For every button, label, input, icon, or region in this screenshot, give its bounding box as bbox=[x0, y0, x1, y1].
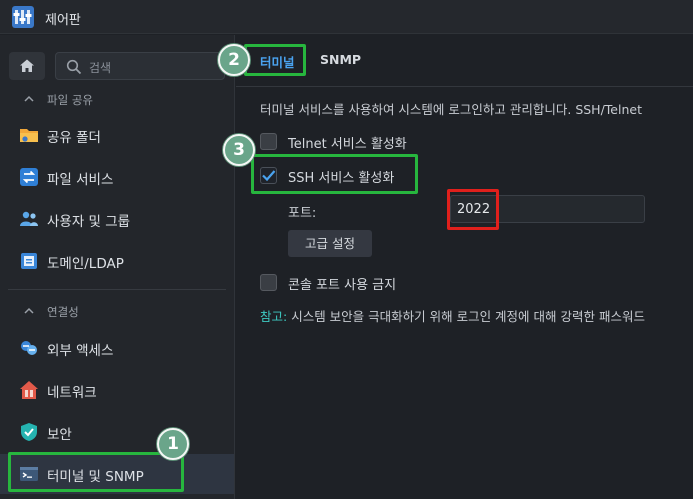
highlight-terminal-snmp-item bbox=[8, 452, 184, 492]
search-icon bbox=[66, 59, 82, 75]
sidebar-item-label: 사용자 및 그룹 bbox=[47, 214, 131, 230]
telnet-label: Telnet 서비스 활성화 bbox=[288, 137, 407, 152]
console-port-label: 콘솔 포트 사용 금지 bbox=[288, 278, 397, 293]
section-connectivity[interactable]: 연결성 bbox=[0, 298, 234, 326]
highlight-terminal-tab bbox=[244, 44, 306, 76]
control-panel-icon bbox=[12, 6, 34, 28]
section-label: 연결성 bbox=[47, 305, 79, 319]
step-badge-2: 2 bbox=[218, 44, 250, 76]
sidebar-item-network[interactable]: 네트워크 bbox=[0, 370, 234, 410]
sidebar-item-shared-folder[interactable]: 공유 폴더 bbox=[0, 115, 234, 155]
search-placeholder: 검색 bbox=[89, 61, 112, 75]
file-services-icon bbox=[20, 168, 38, 186]
port-label: 포트: bbox=[288, 206, 317, 221]
tab-snmp[interactable]: SNMP bbox=[320, 52, 361, 67]
sidebar-item-label: 네트워크 bbox=[47, 385, 97, 401]
chevron-up-icon bbox=[24, 95, 34, 102]
main-content: 터미널 SNMP 터미널 서비스를 사용하여 시스템에 로그인하고 관리합니다.… bbox=[236, 35, 693, 499]
domain-ldap-icon bbox=[21, 253, 37, 269]
sidebar: 검색 파일 공유 공유 폴더 파일 서비스 사용자 및 그룹 도메인/LDAP … bbox=[0, 35, 235, 499]
sidebar-item-external-access[interactable]: 외부 액세스 bbox=[0, 328, 234, 368]
sidebar-divider bbox=[8, 289, 226, 290]
home-icon bbox=[20, 59, 34, 72]
sidebar-item-label: 보안 bbox=[47, 427, 72, 443]
telnet-checkbox[interactable] bbox=[260, 133, 277, 150]
security-shield-icon bbox=[21, 423, 37, 441]
home-button[interactable] bbox=[9, 52, 45, 80]
section-file-sharing[interactable]: 파일 공유 bbox=[0, 86, 234, 114]
advanced-settings-button[interactable]: 고급 설정 bbox=[288, 230, 372, 257]
step-badge-1: 1 bbox=[157, 428, 189, 460]
users-groups-icon bbox=[20, 211, 38, 226]
sidebar-item-users-groups[interactable]: 사용자 및 그룹 bbox=[0, 199, 234, 239]
description-text: 터미널 서비스를 사용하여 시스템에 로그인하고 관리합니다. SSH/Teln… bbox=[260, 102, 642, 117]
note-body: 시스템 보안을 극대화하기 위해 로그인 계정에 대해 강력한 패스워드 bbox=[287, 309, 645, 324]
sidebar-item-label: 외부 액세스 bbox=[47, 343, 114, 359]
section-label: 파일 공유 bbox=[47, 93, 93, 107]
sidebar-item-domain-ldap[interactable]: 도메인/LDAP bbox=[0, 241, 234, 281]
sidebar-item-label: 파일 서비스 bbox=[47, 172, 114, 188]
sidebar-item-file-services[interactable]: 파일 서비스 bbox=[0, 157, 234, 197]
sidebar-item-security[interactable]: 보안 bbox=[0, 412, 234, 452]
highlight-ssh-option bbox=[251, 154, 418, 194]
search-input[interactable]: 검색 bbox=[55, 52, 225, 80]
sidebar-item-label: 공유 폴더 bbox=[47, 130, 101, 146]
shared-folder-icon bbox=[20, 129, 38, 142]
network-icon bbox=[20, 381, 38, 399]
window-title: 제어판 bbox=[45, 13, 81, 28]
chevron-up-icon bbox=[24, 307, 34, 314]
highlight-port-value bbox=[447, 189, 499, 230]
note-key: 참고: bbox=[260, 309, 288, 324]
console-port-checkbox[interactable] bbox=[260, 274, 277, 291]
note-text: 참고: 시스템 보안을 극대화하기 위해 로그인 계정에 대해 강력한 패스워드 bbox=[260, 306, 645, 325]
step-badge-3: 3 bbox=[223, 134, 255, 166]
title-bar: 제어판 bbox=[0, 0, 693, 34]
sidebar-item-label: 도메인/LDAP bbox=[47, 256, 124, 272]
external-access-icon bbox=[21, 341, 37, 355]
